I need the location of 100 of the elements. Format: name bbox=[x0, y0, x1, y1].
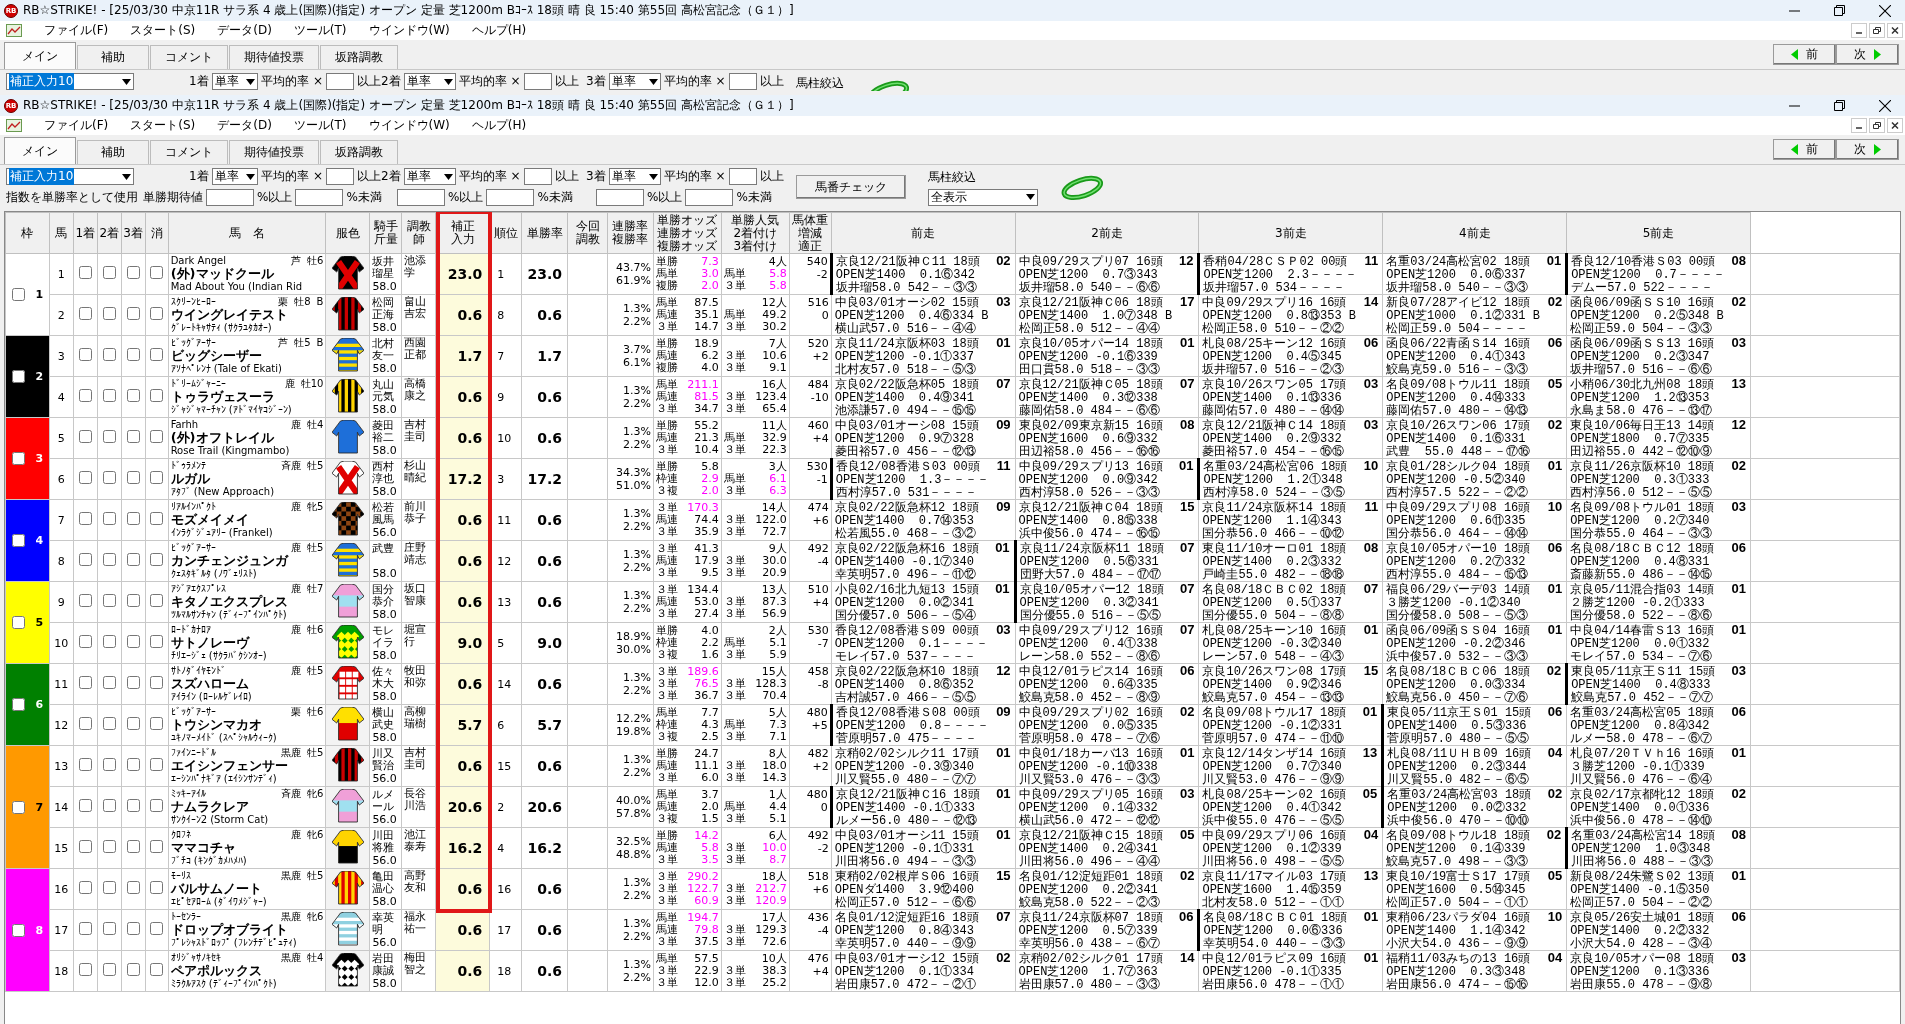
checkbox[interactable] bbox=[102, 553, 116, 566]
checkbox[interactable] bbox=[150, 799, 164, 812]
restore-icon[interactable] bbox=[1869, 23, 1885, 38]
input-field[interactable] bbox=[397, 189, 445, 206]
input-field[interactable] bbox=[728, 168, 757, 185]
checkbox[interactable] bbox=[150, 922, 164, 935]
tab[interactable]: 補助 bbox=[77, 140, 149, 164]
checkbox[interactable] bbox=[102, 963, 116, 976]
checkbox[interactable] bbox=[78, 881, 92, 894]
input-field[interactable] bbox=[596, 189, 644, 206]
checkbox[interactable] bbox=[102, 922, 116, 935]
checkbox[interactable] bbox=[150, 963, 164, 976]
rate-dropdown[interactable]: 単率 bbox=[608, 73, 661, 90]
checkbox[interactable] bbox=[102, 348, 116, 361]
checkbox[interactable] bbox=[126, 348, 140, 361]
checkbox[interactable] bbox=[11, 616, 25, 629]
menu-item[interactable]: スタート(S) bbox=[130, 22, 196, 39]
checkbox[interactable] bbox=[102, 307, 116, 320]
checkbox[interactable] bbox=[126, 635, 140, 648]
input-field[interactable] bbox=[728, 73, 757, 90]
rate-dropdown[interactable]: 単率 bbox=[211, 168, 259, 185]
checkbox[interactable] bbox=[150, 676, 164, 689]
menu-item[interactable]: ウインドウ(W) bbox=[368, 22, 450, 39]
checkbox[interactable] bbox=[102, 799, 116, 812]
checkbox[interactable] bbox=[78, 471, 92, 484]
previous-button[interactable]: 前 bbox=[1773, 139, 1836, 160]
checkbox[interactable] bbox=[102, 635, 116, 648]
menu-item[interactable]: ファイル(F) bbox=[44, 117, 109, 134]
checkbox[interactable] bbox=[11, 452, 25, 465]
menu-item[interactable]: ツール(T) bbox=[293, 117, 347, 134]
tab[interactable]: 坂路調教 bbox=[320, 45, 398, 69]
checkbox[interactable] bbox=[11, 288, 25, 301]
tab[interactable]: コメント bbox=[150, 45, 228, 69]
checkbox[interactable] bbox=[78, 430, 92, 443]
checkbox[interactable] bbox=[150, 881, 164, 894]
checkbox[interactable] bbox=[102, 389, 116, 402]
maximize-icon[interactable] bbox=[1834, 100, 1845, 111]
checkbox[interactable] bbox=[102, 471, 116, 484]
input-field[interactable] bbox=[326, 168, 354, 185]
checkbox[interactable] bbox=[102, 881, 116, 894]
checkbox[interactable] bbox=[11, 923, 25, 937]
checkbox[interactable] bbox=[126, 307, 140, 320]
restore-icon[interactable] bbox=[1869, 118, 1885, 133]
rate-dropdown[interactable]: 単率 bbox=[211, 73, 259, 90]
menu-item[interactable]: スタート(S) bbox=[130, 117, 196, 134]
menu-item[interactable]: ファイル(F) bbox=[44, 22, 109, 39]
checkbox[interactable] bbox=[78, 635, 92, 648]
checkbox[interactable] bbox=[150, 307, 164, 320]
checkbox[interactable] bbox=[78, 799, 92, 812]
checkbox[interactable] bbox=[78, 840, 92, 853]
tab[interactable]: メイン bbox=[4, 42, 76, 69]
checkbox[interactable] bbox=[126, 266, 140, 279]
input-field[interactable] bbox=[486, 189, 535, 206]
checkbox[interactable] bbox=[78, 758, 92, 771]
checkbox[interactable] bbox=[150, 389, 164, 402]
input-field[interactable] bbox=[206, 189, 254, 206]
checkbox[interactable] bbox=[78, 676, 92, 689]
close-icon[interactable] bbox=[1879, 4, 1891, 17]
checkbox[interactable] bbox=[78, 266, 92, 279]
menu-item[interactable]: データ(D) bbox=[217, 117, 272, 134]
checkbox[interactable] bbox=[78, 512, 92, 525]
rate-dropdown[interactable]: 単率 bbox=[403, 168, 456, 185]
tab[interactable]: 補助 bbox=[77, 45, 149, 69]
minimize-icon[interactable] bbox=[1851, 23, 1867, 38]
next-button[interactable]: 次 bbox=[1836, 139, 1899, 160]
input-field[interactable] bbox=[523, 73, 552, 90]
checkbox[interactable] bbox=[126, 963, 140, 976]
tab[interactable]: メイン bbox=[4, 137, 76, 164]
checkbox[interactable] bbox=[78, 389, 92, 402]
input-field[interactable] bbox=[326, 73, 354, 90]
next-button[interactable]: 次 bbox=[1836, 44, 1899, 65]
tab[interactable]: コメント bbox=[150, 140, 228, 164]
checkbox[interactable] bbox=[78, 348, 92, 361]
checkbox[interactable] bbox=[126, 758, 140, 771]
tab[interactable]: 期待値投票 bbox=[229, 140, 319, 164]
checkbox[interactable] bbox=[150, 840, 164, 853]
checkbox[interactable] bbox=[150, 471, 164, 484]
checkbox[interactable] bbox=[126, 389, 140, 402]
checkbox[interactable] bbox=[126, 717, 140, 730]
check-button[interactable]: 馬番チェック bbox=[796, 175, 906, 199]
tab[interactable]: 坂路調教 bbox=[320, 140, 398, 164]
checkbox[interactable] bbox=[150, 717, 164, 730]
checkbox[interactable] bbox=[126, 512, 140, 525]
input-field[interactable] bbox=[685, 189, 734, 206]
tab[interactable]: 期待値投票 bbox=[229, 45, 319, 69]
checkbox[interactable] bbox=[150, 430, 164, 443]
input-field[interactable] bbox=[295, 189, 344, 206]
preset-dropdown[interactable]: 補正入力10 bbox=[6, 73, 134, 90]
maximize-icon[interactable] bbox=[1834, 5, 1845, 16]
checkbox[interactable] bbox=[11, 800, 25, 814]
checkbox[interactable] bbox=[126, 840, 140, 853]
checkbox[interactable] bbox=[102, 840, 116, 853]
menu-item[interactable]: ツール(T) bbox=[293, 22, 347, 39]
checkbox[interactable] bbox=[102, 758, 116, 771]
checkbox[interactable] bbox=[78, 307, 92, 320]
checkbox[interactable] bbox=[126, 799, 140, 812]
checkbox[interactable] bbox=[150, 512, 164, 525]
checkbox[interactable] bbox=[150, 553, 164, 566]
checkbox[interactable] bbox=[150, 635, 164, 648]
checkbox[interactable] bbox=[150, 266, 164, 279]
